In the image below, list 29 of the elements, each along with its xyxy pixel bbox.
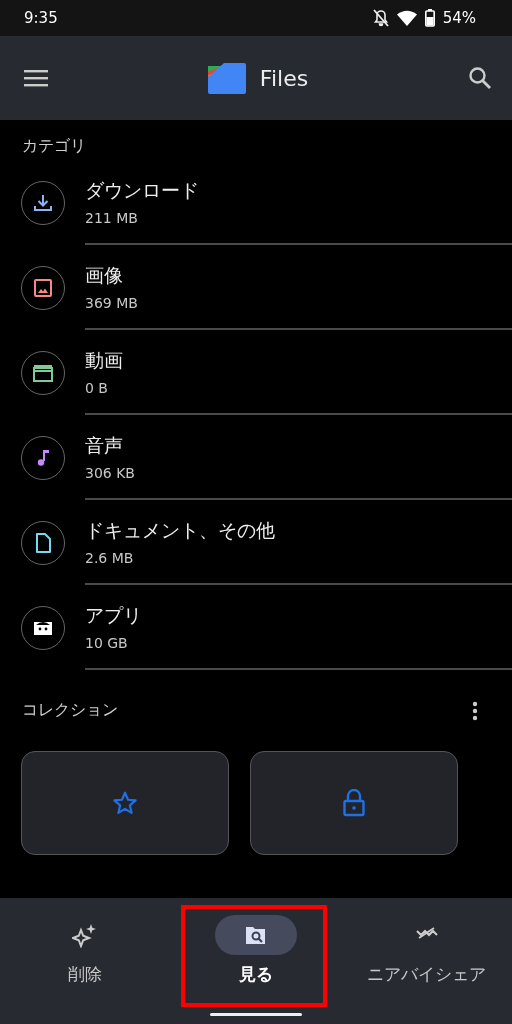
category-size: 2.6 MB [85, 549, 134, 566]
lock-icon [343, 789, 365, 817]
battery-level: 54% [442, 9, 476, 27]
category-size: 10 GB [85, 634, 128, 651]
category-name[interactable]: アプリ [85, 602, 142, 629]
section-heading: カテゴリ [22, 136, 87, 157]
files-logo-icon [207, 62, 246, 94]
category-size: 306 KB [85, 464, 135, 481]
nav-tab[interactable]: ニアバイシェア [341, 898, 512, 996]
section-heading: コレクション [22, 700, 118, 721]
category-name[interactable]: 画像 [85, 262, 123, 289]
battery-icon [424, 9, 435, 27]
category-size: 0 B [85, 379, 108, 396]
nav-tab[interactable]: 見る [170, 898, 342, 996]
nav-tab[interactable]: 削除 [0, 898, 171, 996]
menu-icon[interactable] [24, 69, 48, 87]
status-time: 9:35 [24, 9, 58, 27]
wifi-icon [396, 10, 417, 26]
category-name[interactable]: ドキュメント、その他 [85, 517, 275, 544]
more-options-icon[interactable] [472, 700, 478, 721]
app-title: Files [259, 65, 309, 91]
notifications-off-icon [372, 9, 389, 27]
category-name[interactable]: 音声 [85, 432, 123, 459]
star-icon [112, 790, 138, 816]
category-name[interactable]: 動画 [85, 347, 123, 374]
category-size: 211 MB [85, 209, 138, 226]
search-icon[interactable] [468, 66, 492, 90]
category-name[interactable]: ダウンロード [85, 177, 199, 204]
category-size: 369 MB [85, 294, 138, 311]
